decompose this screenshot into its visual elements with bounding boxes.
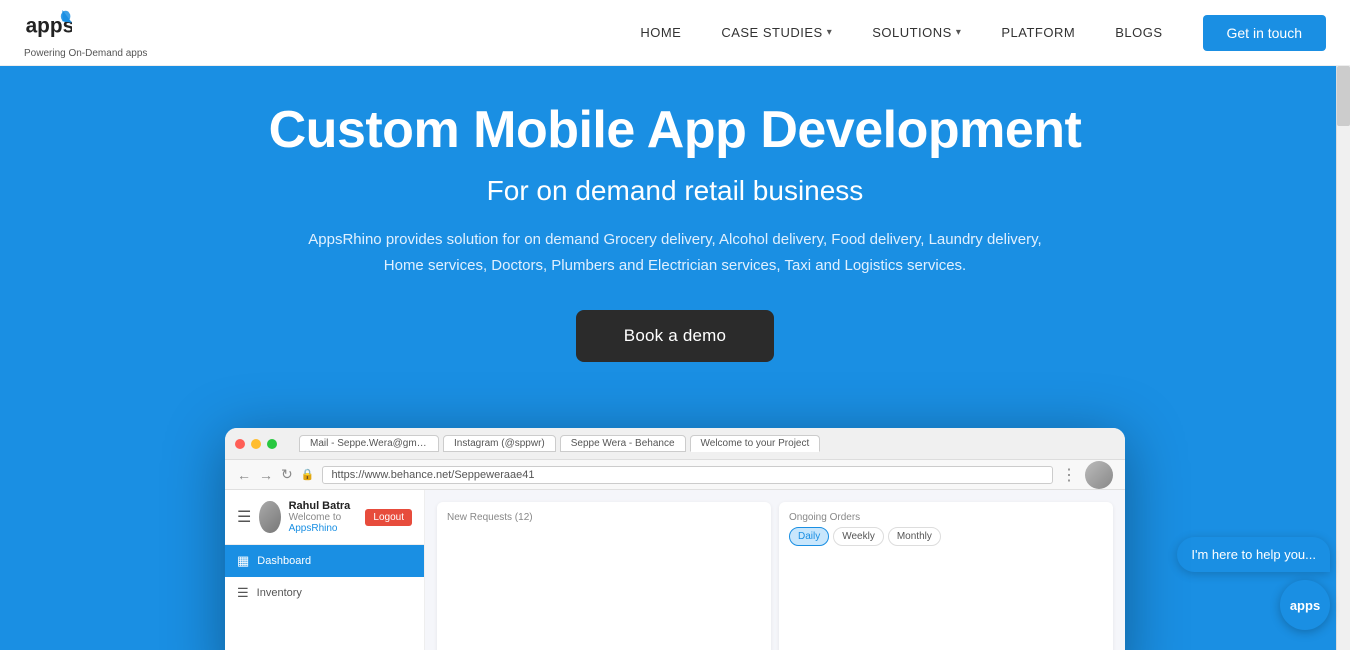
hero-title: Custom Mobile App Development [269,102,1082,159]
hero-description: AppsRhino provides solution for on deman… [295,227,1055,278]
browser-mockup: Mail - Seppe.Wera@gmail.com Instagram (@… [225,428,1125,650]
tab-behance[interactable]: Seppe Wera - Behance [560,435,686,452]
back-icon[interactable]: ← [237,467,251,483]
orders-tab-group: Daily Weekly Monthly [789,527,1103,546]
logo[interactable]: apps Powering On-Demand apps [24,6,147,59]
app-sidebar: ☰ Rahul Batra Welcome to AppsRhino Logou… [225,490,425,650]
tab-weekly[interactable]: Weekly [833,527,884,546]
app-main: New Requests (12) Ongoing Orders Daily W… [425,490,1125,650]
sidebar-welcome-text: Welcome to AppsRhino [289,512,358,534]
tab-welcome[interactable]: Welcome to your Project [690,435,821,452]
window-minimize-icon[interactable] [251,439,261,449]
browser-user-avatar [1085,461,1113,489]
chat-bubble: I'm here to help you... [1177,537,1330,572]
logo-icon: apps [24,6,72,46]
ongoing-orders-card: Ongoing Orders Daily Weekly Monthly [779,502,1113,650]
nav-platform[interactable]: PLATFORM [1001,25,1075,40]
browser-addressbar: ← → ↻ 🔒 https://www.behance.net/Seppewer… [225,460,1125,490]
book-demo-button[interactable]: Book a demo [576,310,774,362]
inventory-icon: ☰ [237,585,249,601]
nav-home[interactable]: HOME [640,25,681,40]
logo-tagline: Powering On-Demand apps [24,48,147,59]
browser-window: Mail - Seppe.Wera@gmail.com Instagram (@… [225,428,1125,650]
forward-icon[interactable]: → [259,467,273,483]
chevron-down-icon: ▾ [956,27,962,38]
sidebar-item-inventory[interactable]: ☰ Inventory [225,577,424,609]
navbar-links: HOME CASE STUDIES ▾ SOLUTIONS ▾ PLATFORM… [640,25,1162,40]
hamburger-icon[interactable]: ☰ [237,507,251,527]
sidebar-brand: AppsRhino [289,523,338,534]
address-bar-input[interactable]: https://www.behance.net/Seppeweraae41 [322,466,1053,484]
chat-widget: I'm here to help you... apps [1177,537,1330,630]
nav-case-studies[interactable]: CASE STUDIES ▾ [721,25,832,40]
main-content: New Requests (12) Ongoing Orders Daily W… [425,490,1125,650]
browser-tabs: Mail - Seppe.Wera@gmail.com Instagram (@… [299,435,1115,452]
dashboard-icon: ▦ [237,553,249,569]
new-requests-card: New Requests (12) [437,502,771,650]
sidebar-user-info: Rahul Batra Welcome to AppsRhino [289,500,358,534]
more-options-icon[interactable]: ⋮ [1061,465,1077,485]
get-in-touch-button[interactable]: Get in touch [1203,15,1327,51]
tab-daily[interactable]: Daily [789,527,829,546]
nav-blogs[interactable]: BLOGS [1115,25,1162,40]
page-scrollbar[interactable] [1336,66,1350,650]
nav-solutions[interactable]: SOLUTIONS ▾ [872,25,961,40]
navbar: apps Powering On-Demand apps HOME CASE S… [0,0,1350,66]
user-avatar [259,501,280,533]
browser-topbar: Mail - Seppe.Wera@gmail.com Instagram (@… [225,428,1125,460]
chevron-down-icon: ▾ [827,27,833,38]
hero-content: Custom Mobile App Development For on dem… [269,66,1082,362]
sidebar-username: Rahul Batra [289,500,358,512]
window-maximize-icon[interactable] [267,439,277,449]
chat-toggle-button[interactable]: apps [1280,580,1330,630]
reload-icon[interactable]: ↻ [281,466,293,483]
sidebar-item-dashboard[interactable]: ▦ Dashboard [225,545,424,577]
ongoing-orders-label: Ongoing Orders [789,512,1103,523]
tab-monthly[interactable]: Monthly [888,527,941,546]
app-body: ☰ Rahul Batra Welcome to AppsRhino Logou… [225,490,1125,650]
new-requests-label: New Requests (12) [447,512,761,523]
scrollbar-thumb[interactable] [1337,66,1350,126]
hero-subtitle: For on demand retail business [269,175,1082,207]
window-close-icon[interactable] [235,439,245,449]
tab-instagram[interactable]: Instagram (@sppwr) [443,435,556,452]
sidebar-header: ☰ Rahul Batra Welcome to AppsRhino Logou… [225,490,424,545]
hero-section: Custom Mobile App Development For on dem… [0,66,1350,650]
logout-button[interactable]: Logout [365,509,412,526]
tab-mail[interactable]: Mail - Seppe.Wera@gmail.com [299,435,439,452]
lock-icon: 🔒 [301,468,315,481]
